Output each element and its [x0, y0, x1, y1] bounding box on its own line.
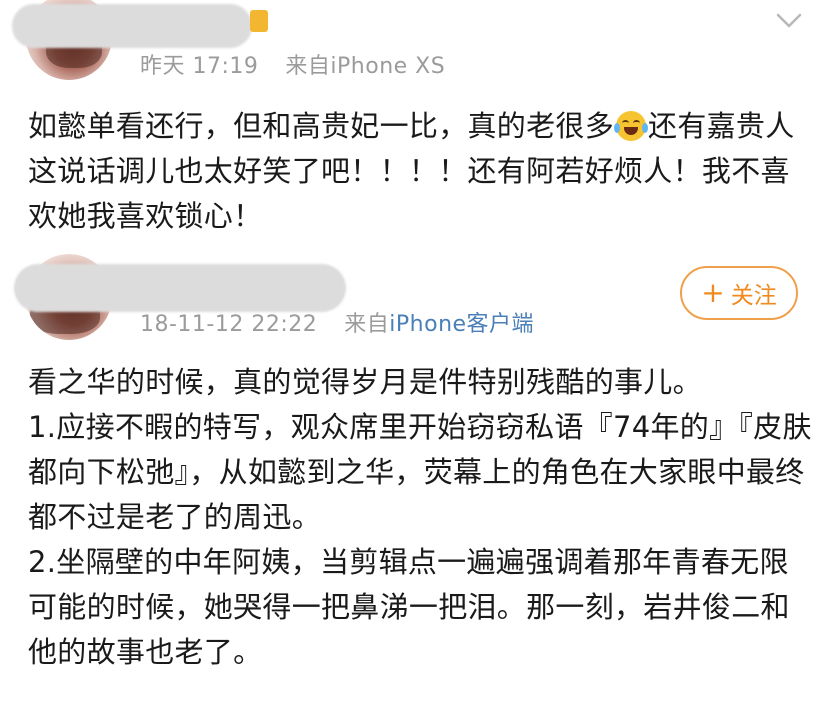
- member-badge-icon: [250, 10, 268, 32]
- post-meta: 昨天 17:19 来自iPhone XS: [140, 48, 445, 80]
- follow-button[interactable]: + 关注: [680, 266, 798, 320]
- paragraph: 看之华的时候，真的觉得岁月是件特别残酷的事儿。: [28, 365, 702, 399]
- paragraph: 1.应接不暇的特写，观众席里开始窃窃私语『74年的』『皮肤都向下松弛』，从如懿到…: [28, 410, 812, 534]
- username-redacted[interactable]: [14, 264, 346, 312]
- paragraph: 2.坐隔壁的中年阿姨，当剪辑点一遍遍强调着那年青春无限可能的时候，她哭得一把鼻涕…: [28, 545, 790, 669]
- post-2: 18-11-12 22:22 来自iPhone客户端 + 关注 看之华的时候，真…: [0, 250, 828, 718]
- laugh-cry-emoji-icon: [614, 111, 649, 141]
- source-prefix: 来自: [285, 54, 331, 79]
- source-prefix: 来自: [344, 312, 390, 337]
- timestamp: 昨天 17:19: [140, 54, 259, 79]
- chevron-down-icon[interactable]: [772, 4, 806, 38]
- plus-icon: +: [701, 276, 725, 309]
- post-1: 昨天 17:19 来自iPhone XS 如懿单看还行，但和高贵妃一比，真的老很…: [0, 0, 828, 250]
- follow-label: 关注: [730, 283, 777, 309]
- timestamp: 18-11-12 22:22: [140, 312, 318, 337]
- post-meta: 18-11-12 22:22 来自iPhone客户端: [140, 306, 534, 338]
- post-content: 如懿单看还行，但和高贵妃一比，真的老很多 还有嘉贵人这说话调儿也太好笑了吧！！！！…: [28, 104, 818, 239]
- content-text: 如懿单看还行，但和高贵妃一比，真的老很多: [28, 109, 615, 143]
- username-redacted[interactable]: [12, 4, 252, 48]
- source-device-link[interactable]: iPhone客户端: [389, 312, 534, 337]
- source-device: iPhone XS: [330, 54, 446, 79]
- post-content: 看之华的时候，真的觉得岁月是件特别残酷的事儿。 1.应接不暇的特写，观众席里开始…: [28, 360, 818, 675]
